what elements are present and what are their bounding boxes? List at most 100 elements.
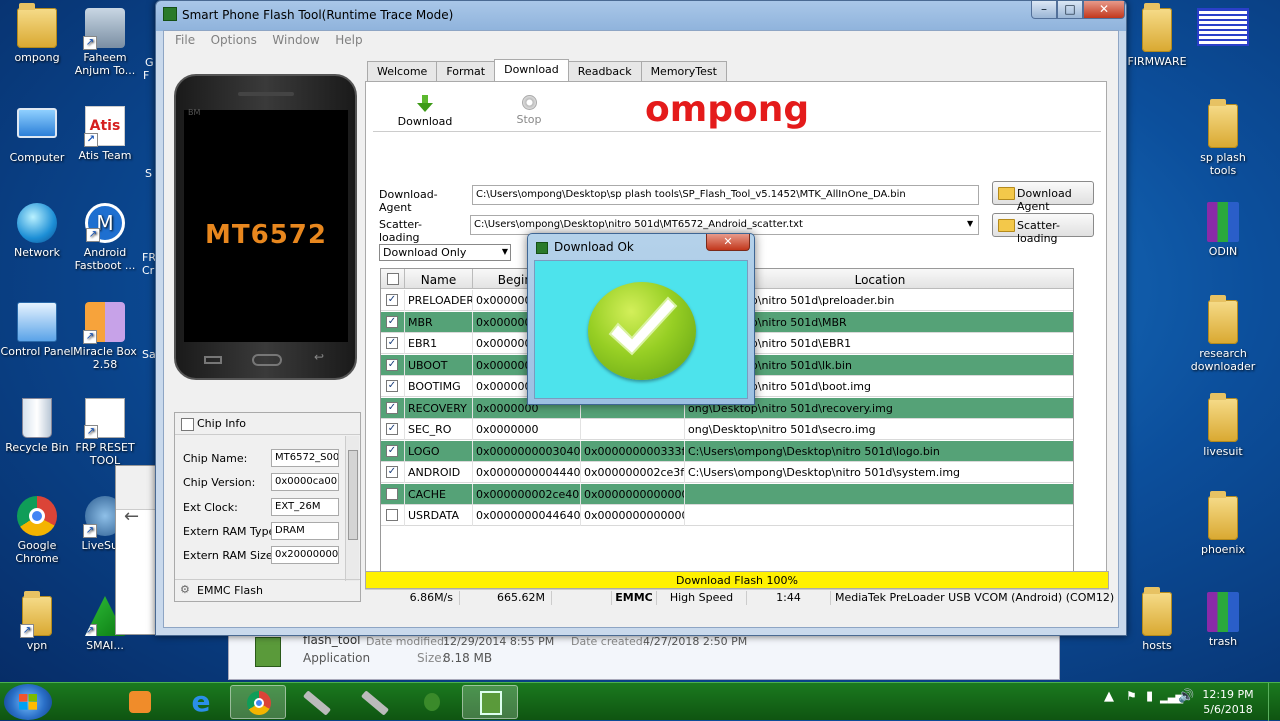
- partition-location: [685, 505, 1073, 526]
- maximize-button[interactable]: □: [1057, 1, 1083, 19]
- tab-download[interactable]: Download: [494, 59, 569, 81]
- row-checkbox[interactable]: ✓: [386, 294, 398, 306]
- tab-welcome[interactable]: Welcome: [367, 61, 438, 81]
- clock-time: 12:19 PM: [1202, 688, 1254, 701]
- download-ok-dialog[interactable]: Download Ok ✕: [527, 233, 755, 405]
- header-name[interactable]: Name: [405, 269, 473, 289]
- desktop-icon-research-downloader[interactable]: research downloader: [1186, 295, 1260, 373]
- row-checkbox-cell: [381, 505, 405, 526]
- desktop-icon-control-panel[interactable]: Control Panel: [0, 302, 74, 358]
- menu-help[interactable]: Help: [329, 31, 368, 49]
- desktop-icon-firmware[interactable]: FIRMWARE: [1120, 3, 1194, 68]
- taskbar-media-player[interactable]: [112, 685, 168, 719]
- status-bar: 6.86M/s 665.62M EMMC High Speed 1:44 Med…: [365, 589, 1114, 605]
- desktop-icon-android-fastboot[interactable]: M Android Fastboot ...: [68, 203, 142, 272]
- desktop-icon-chrome[interactable]: Google Chrome: [0, 496, 74, 565]
- mode-select[interactable]: Download Only: [379, 244, 511, 261]
- chip-info-scrollbar[interactable]: [345, 436, 359, 581]
- table-row[interactable]: ✓ ANDROID0x00000000044400000x000000002ce3…: [381, 462, 1073, 483]
- scatter-dropdown-arrow-icon[interactable]: ▼: [967, 219, 973, 228]
- created-value: 4/27/2018 2:50 PM: [643, 635, 748, 648]
- desktop-icon-atis[interactable]: Atis Atis Team: [68, 106, 142, 162]
- status-time: 1:44: [747, 591, 831, 605]
- back-key-icon: ↩: [314, 350, 325, 364]
- tray-expand-icon[interactable]: ▲: [1104, 689, 1114, 704]
- tab-readback[interactable]: Readback: [567, 61, 642, 81]
- taskbar-flash-tool[interactable]: [462, 685, 518, 719]
- partition-location: C:\Users\ompong\Desktop\nitro 501d\syste…: [685, 462, 1073, 483]
- row-checkbox[interactable]: ✓: [386, 466, 398, 478]
- battery-icon[interactable]: ▮: [1146, 689, 1153, 704]
- desktop-icon-phoenix[interactable]: phoenix: [1186, 491, 1260, 556]
- row-checkbox[interactable]: ✓: [386, 423, 398, 435]
- menu-file[interactable]: File: [169, 31, 201, 49]
- taskbar-usb-tool-1[interactable]: [288, 685, 344, 719]
- scroll-thumb[interactable]: [348, 450, 358, 540]
- row-checkbox[interactable]: ✓: [386, 315, 398, 328]
- row-checkbox[interactable]: ✓: [386, 401, 398, 414]
- minimize-button[interactable]: –: [1031, 1, 1057, 19]
- select-all-checkbox[interactable]: [387, 273, 399, 285]
- taskbar-clock[interactable]: 12:19 PM 5/6/2018: [1196, 687, 1260, 717]
- taskbar-internet-explorer[interactable]: e: [172, 685, 228, 719]
- show-desktop-button[interactable]: [1268, 683, 1280, 721]
- desktop-icon-label: Computer: [9, 151, 65, 164]
- row-checkbox[interactable]: ✓: [386, 358, 398, 371]
- download-agent-button[interactable]: Download Agent: [992, 181, 1094, 213]
- row-checkbox[interactable]: ✓: [386, 444, 398, 457]
- taskbar-usb-tool-2[interactable]: [346, 685, 402, 719]
- row-checkbox-cell: ✓: [381, 397, 405, 419]
- desktop-icon-computer[interactable]: Computer: [0, 108, 74, 164]
- window-titlebar[interactable]: Smart Phone Flash Tool(Runtime Trace Mod…: [156, 1, 1126, 29]
- stop-button[interactable]: Stop: [499, 95, 559, 126]
- row-checkbox[interactable]: ✓: [386, 380, 398, 392]
- download-toolbar: Download Stop ompong: [373, 87, 1101, 132]
- header-select-all[interactable]: [381, 269, 405, 289]
- menu-options[interactable]: Options: [205, 31, 263, 49]
- table-row[interactable]: ✓ LOGO0x00000000030400000x000000000333fff…: [381, 440, 1073, 462]
- partition-location: C:\Users\ompong\Desktop\nitro 501d\logo.…: [685, 441, 1073, 462]
- menu-window[interactable]: Window: [266, 31, 325, 49]
- progress-bar: Download Flash 100%: [365, 571, 1109, 589]
- download-agent-path[interactable]: C:\Users\ompong\Desktop\sp plash tools\S…: [472, 185, 979, 205]
- desktop-icon-grid-app[interactable]: [1186, 8, 1260, 49]
- desktop-icon-odin[interactable]: ODIN: [1186, 202, 1260, 258]
- modified-value: 12/29/2014 8:55 PM: [443, 635, 555, 648]
- taskbar-bug-tool[interactable]: [404, 685, 460, 719]
- desktop-icon-network[interactable]: Network: [0, 203, 74, 259]
- dialog-close-button[interactable]: ✕: [706, 234, 750, 251]
- row-checkbox[interactable]: ✓: [386, 337, 398, 349]
- chip-version-value: 0x0000ca00: [271, 473, 339, 491]
- back-arrow-icon[interactable]: ←: [124, 506, 139, 527]
- row-checkbox[interactable]: [386, 487, 398, 500]
- start-button[interactable]: [4, 684, 52, 720]
- desktop-icon-label: ompong: [14, 51, 60, 64]
- action-center-flag-icon[interactable]: ⚑: [1126, 689, 1137, 703]
- emmc-flash-section[interactable]: EMMC Flash: [175, 579, 360, 601]
- taskbar-chrome[interactable]: [230, 685, 286, 719]
- desktop-icon-sp-plash-tools[interactable]: sp plash tools: [1186, 99, 1260, 177]
- close-button[interactable]: ✕: [1083, 1, 1125, 19]
- scatter-loading-button[interactable]: Scatter-loading: [992, 213, 1094, 245]
- tab-memorytest[interactable]: MemoryTest: [640, 61, 727, 81]
- desktop-icon-trash[interactable]: trash: [1186, 592, 1260, 648]
- desktop-icon-faheem[interactable]: Faheem Anjum To...: [68, 8, 142, 77]
- desktop-icon-recycle-bin[interactable]: Recycle Bin: [0, 398, 74, 454]
- download-button[interactable]: Download: [395, 95, 455, 128]
- table-row[interactable]: CACHE0x000000002ce400000x000000000000000…: [381, 483, 1073, 505]
- table-row[interactable]: USRDATA0x00000000446400000x0000000000000…: [381, 505, 1073, 526]
- desktop-icon-hosts[interactable]: hosts: [1120, 587, 1194, 652]
- desktop-icon-label: Atis Team: [78, 149, 132, 162]
- desktop-icon-miracle-box[interactable]: Miracle Box 2.58: [68, 302, 142, 371]
- tab-format[interactable]: Format: [436, 61, 496, 81]
- table-row[interactable]: ✓ SEC_RO 0x0000000 ong\Desktop\nitro 501d\s…: [381, 419, 1073, 440]
- scatter-path[interactable]: C:\Users\ompong\Desktop\nitro 501d\MT657…: [470, 215, 979, 235]
- atis-icon: Atis: [84, 106, 125, 147]
- desktop-icon-vpn[interactable]: vpn: [0, 591, 74, 652]
- volume-icon[interactable]: 🔊: [1178, 689, 1194, 704]
- desktop-icon-frp-reset[interactable]: FRP RESET TOOL: [68, 398, 142, 467]
- row-checkbox[interactable]: [386, 509, 398, 521]
- desktop-icon-livesuit-folder[interactable]: livesuit: [1186, 393, 1260, 458]
- desktop-icon-ompong[interactable]: ompong: [0, 3, 74, 64]
- phone-chip-label: MT6572: [205, 220, 327, 250]
